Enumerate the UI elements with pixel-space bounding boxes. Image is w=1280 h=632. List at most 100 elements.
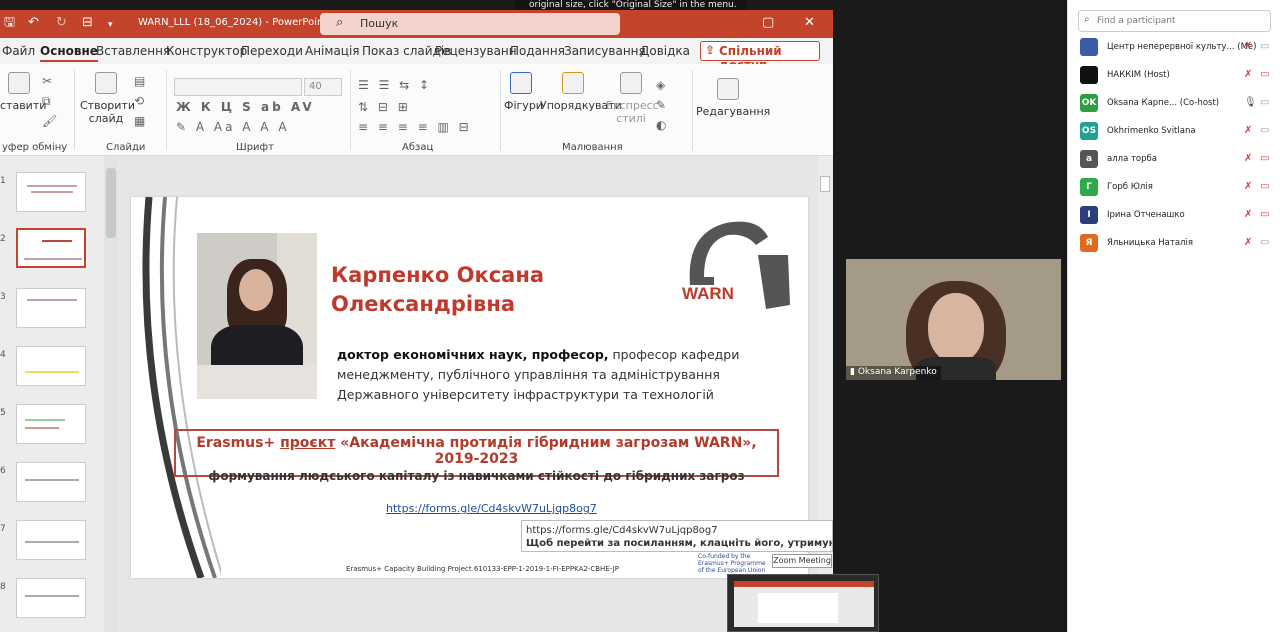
avatar: Г	[1080, 178, 1098, 196]
participant-row[interactable]: НАККІМ (Host) ✗ ▭	[1080, 66, 1276, 86]
participant-video[interactable]: ▮ Oksana Karpenko	[846, 259, 1061, 380]
tab-review[interactable]: Рецензуванн	[435, 44, 517, 58]
avatar: OS	[1080, 122, 1098, 140]
search-box[interactable]: ⌕ Пошук	[320, 13, 620, 35]
speaker-name: Карпенко Оксана Олександрівна	[331, 263, 545, 316]
cut-icon[interactable]: ✂	[42, 74, 55, 88]
participant-row[interactable]: Я Яльницька Наталія ✗ ▭	[1080, 234, 1276, 254]
mic-muted-icon[interactable]: ✗	[1244, 69, 1252, 80]
slide-number: 5	[0, 408, 6, 418]
tab-home[interactable]: Основне	[40, 44, 98, 62]
video-name-label: ▮ Oksana Karpenko	[846, 366, 941, 380]
new-slide-button[interactable]: Створити слайд	[80, 72, 135, 125]
section-icon[interactable]: ▦	[134, 114, 148, 128]
speaker-description: доктор економічних наук, професор, профе…	[337, 347, 740, 402]
text-direction-icons[interactable]: ⇅ ⊟ ⊞	[358, 100, 411, 114]
format-painter-icon[interactable]: 🖌	[42, 114, 60, 128]
close-icon[interactable]: ✕	[804, 15, 815, 30]
slide-thumbnail-7[interactable]	[16, 520, 86, 560]
find-participant-input[interactable]: ⌕ Find a participant	[1078, 10, 1271, 32]
zoom-mini-preview[interactable]	[727, 574, 879, 632]
avatar	[1080, 66, 1098, 84]
slide-thumbnail-1[interactable]	[16, 172, 86, 212]
slide-number: 1	[0, 176, 6, 186]
share-icon: ⇪	[705, 43, 716, 57]
participant-row[interactable]: OS Okhrimenko Svitlana ✗ ▭	[1080, 122, 1276, 142]
project-box: Erasmus+ проєкт «Академічна протидія гіб…	[174, 429, 779, 483]
video-icon[interactable]: ▭	[1260, 41, 1269, 52]
form-link[interactable]: https://forms.gle/Cd4skvW7uLjqp8og7	[386, 502, 597, 515]
ribbon-tabs: Файл Основне Вставлення Конструктор Пере…	[0, 38, 833, 72]
font-color-icons[interactable]: ✎ A Aa A A A	[176, 120, 290, 134]
tab-file[interactable]: Файл	[2, 44, 35, 58]
video-off-icon[interactable]: ▭	[1260, 181, 1269, 192]
font-format-icons[interactable]: Ж К Ц S ab AV	[176, 100, 315, 114]
align-icons[interactable]: ≡ ≡ ≡ ≡ ▥ ⊟	[358, 120, 472, 134]
paste-button[interactable]: ставити	[0, 72, 46, 112]
layout-icon[interactable]: ▤	[134, 74, 148, 88]
save-icon[interactable]: 🖫	[4, 16, 15, 30]
restore-icon[interactable]: ▢	[762, 15, 774, 30]
mic-icon[interactable]: 🎙	[1244, 97, 1257, 108]
mic-muted-icon[interactable]: ✗	[1244, 153, 1252, 164]
ribbon: ставити ✂ ⧉ 🖌 Створити слайд ▤ ⟲ ▦ 40 Ж К…	[0, 64, 833, 156]
font-name-dropdown[interactable]	[174, 78, 302, 96]
slide-thumbnail-4[interactable]	[16, 346, 86, 386]
avatar: OK	[1080, 94, 1098, 112]
new-slide-icon	[95, 72, 117, 94]
participant-row[interactable]: Г Горб Юлія ✗ ▭	[1080, 178, 1276, 198]
tab-recording[interactable]: Записування	[564, 44, 646, 58]
shape-outline-icon[interactable]: ✎	[656, 98, 669, 112]
list-icons[interactable]: ☰ ☰ ⇆ ↕	[358, 78, 432, 92]
warn-logo: WARN	[682, 221, 790, 309]
font-size-dropdown[interactable]: 40	[304, 78, 342, 96]
present-icon[interactable]: ⊟	[82, 16, 93, 30]
mic-muted-icon[interactable]: ✗	[1244, 181, 1252, 192]
mic-muted-icon[interactable]: ✗	[1244, 209, 1252, 220]
arrange-icon	[562, 72, 584, 94]
tab-help[interactable]: Довідка	[640, 44, 690, 58]
video-off-icon[interactable]: ▭	[1260, 209, 1269, 220]
tab-design[interactable]: Конструктор	[166, 44, 247, 58]
quick-styles-button[interactable]: Експресс-стилі	[606, 72, 663, 125]
redo-icon[interactable]: ↻	[56, 16, 67, 30]
slide-number: 7	[0, 524, 6, 534]
undo-icon[interactable]: ↶	[28, 16, 39, 30]
participant-row[interactable]: а алла торба ✗ ▭	[1080, 150, 1276, 170]
video-icon[interactable]: ▭	[1260, 97, 1269, 108]
participants-panel: ⌕ Find a participant Центр неперервної ку…	[1067, 0, 1280, 632]
video-off-icon[interactable]: ▭	[1260, 153, 1269, 164]
shapes-button[interactable]: Фігури	[504, 72, 543, 112]
video-icon[interactable]: ▭	[1260, 237, 1269, 248]
tab-view[interactable]: Подання	[510, 44, 565, 58]
arrange-button[interactable]: Упорядкувати	[540, 72, 622, 112]
tab-insert[interactable]: Вставлення	[96, 44, 170, 58]
participant-row[interactable]: І Ірина Отченашко ✗ ▭	[1080, 206, 1276, 226]
editing-button[interactable]: Редагування	[696, 78, 770, 118]
slide-thumbnail-2[interactable]	[16, 228, 86, 268]
group-drawing: Малювання	[562, 142, 623, 153]
slide-thumbnail-3[interactable]	[16, 288, 86, 328]
tab-transitions[interactable]: Переходи	[241, 44, 303, 58]
slide-thumbnail-5[interactable]	[16, 404, 86, 444]
share-button[interactable]: ⇪Спільний доступ	[700, 41, 820, 72]
video-off-icon[interactable]: ▭	[1260, 69, 1269, 80]
video-icon[interactable]: ▭	[1260, 125, 1269, 136]
participant-row[interactable]: OK Oksana Карпе... (Co-host) 🎙 ▭	[1080, 94, 1276, 114]
customize-qat-icon[interactable]: ▾	[108, 18, 113, 32]
slide-thumbnail-8[interactable]	[16, 578, 86, 618]
shape-fill-icon[interactable]: ◈	[656, 78, 668, 92]
mic-muted-icon[interactable]: ✗	[1244, 41, 1252, 52]
mic-muted-icon[interactable]: ✗	[1244, 237, 1252, 248]
mic-muted-icon[interactable]: ✗	[1244, 125, 1252, 136]
thumbnails-scrollbar[interactable]	[104, 156, 118, 632]
copy-icon[interactable]: ⧉	[42, 94, 54, 109]
reset-icon[interactable]: ⟲	[134, 94, 147, 108]
tab-animations[interactable]: Анімація	[305, 44, 360, 58]
participant-row[interactable]: Центр неперервної культу... (Me) ✗ ▭	[1080, 38, 1276, 58]
slide-thumbnails-pane: 1 2 3 4 5 6 7 8	[0, 156, 104, 632]
shape-effects-icon[interactable]: ◐	[656, 118, 669, 132]
slide-thumbnail-6[interactable]	[16, 462, 86, 502]
slide-number: 3	[0, 292, 6, 302]
speaker-photo	[197, 233, 317, 399]
